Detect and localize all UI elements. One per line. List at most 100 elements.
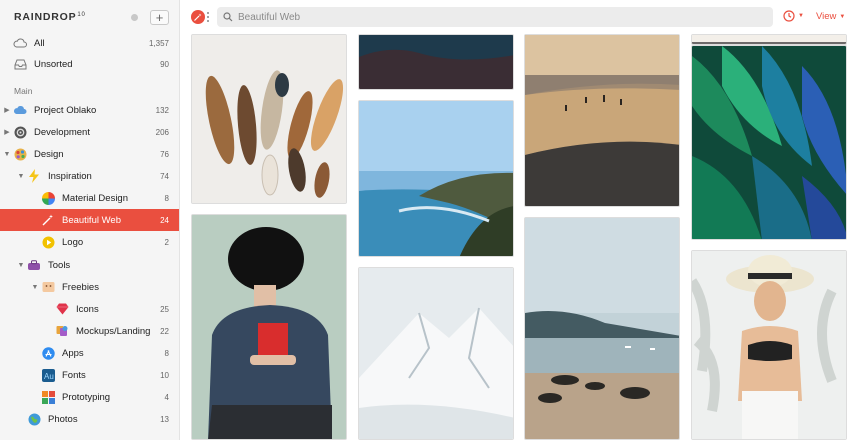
sidebar-item-prototyping[interactable]: Prototyping 4 [0,386,179,408]
dark-forest-image [359,35,513,89]
sidebar-item-label: Material Design [62,192,128,204]
sidebar-item-label: Freebies [62,281,99,293]
sort-button[interactable]: ▼ [783,10,804,22]
collection-icon-button[interactable] [191,10,205,24]
item-count: 76 [160,149,169,159]
sidebar-item-label: Project Oblako [34,104,97,116]
bookmark-card-green-feathers[interactable] [691,45,847,240]
expand-arrow-icon[interactable]: ▶ [3,106,11,114]
sidebar: RAINDROP10 + All 1,357 Unsorted 90 Main … [0,0,180,440]
sidebar-item-logo[interactable]: Logo 2 [0,231,179,253]
snowy-mountain-image [359,268,513,439]
play-circle-icon [41,235,55,249]
item-count: 8 [164,348,169,358]
bookmark-card-dark-forest[interactable] [358,34,514,90]
item-count: 10 [160,370,169,380]
search-input[interactable] [238,11,738,23]
search-bar[interactable] [217,7,773,27]
toolbar: ▼ View ▼ [181,0,858,34]
svg-text:Au: Au [44,372,54,381]
bookmark-card-mountain[interactable] [358,267,514,440]
sidebar-item-label: Tools [48,259,71,271]
font-icon: Au [41,368,55,382]
cloud-icon [13,103,27,117]
sidebar-item-tools[interactable]: ▼ Tools [0,254,179,276]
bookmark-card-top-strip[interactable] [691,34,847,45]
sidebar-item-label: Unsorted [34,58,73,70]
magic-wand-icon [194,13,202,21]
chevron-down-icon: ▼ [798,13,804,19]
sidebar-item-photos[interactable]: Photos 13 [0,408,179,430]
sidebar-item-material-design[interactable]: Material Design 8 [0,187,179,209]
sidebar-item-label: Photos [48,413,78,425]
sidebar-item-freebies[interactable]: ▼ Freebies [0,276,179,298]
expand-arrow-icon[interactable]: ▶ [3,128,11,136]
sidebar-item-development[interactable]: ▶ Development 206 [0,121,179,143]
sidebar-item-design[interactable]: ▼ Design 76 [0,143,179,165]
chevron-down-icon: ▼ [839,13,846,20]
bookmark-card-beach-sunset[interactable] [524,34,680,207]
toolbox-icon [27,258,41,272]
woman-in-sunhat-image [692,251,846,439]
sidebar-item-mockups-landing[interactable]: Mockups/Landing 22 [0,320,179,342]
beach-sunset-image [525,35,679,206]
sidebar-item-label: Mockups/Landing [76,325,151,337]
man-with-hat-image [192,215,346,439]
bay-with-boats-image [525,218,679,439]
green-feathers-image [692,46,846,239]
cropped-image [692,35,846,44]
gear-icon [13,125,27,139]
sidebar-item-label: Inspiration [48,170,92,182]
sidebar-item-label: Logo [62,236,84,248]
collapse-arrow-icon[interactable]: ▼ [3,151,11,158]
bookmark-card-feathers[interactable] [191,34,347,204]
bookmark-card-woman-hat[interactable] [691,250,847,440]
item-count: 132 [155,105,169,115]
sidebar-item-inspiration[interactable]: ▼ Inspiration 74 [0,165,179,187]
collapse-arrow-icon[interactable]: ▼ [31,284,39,291]
status-dot-button[interactable] [131,13,138,21]
sidebar-item-icons[interactable]: Icons 25 [0,298,179,320]
item-count: 2 [164,237,169,247]
item-count: 22 [160,326,169,336]
sidebar-item-fonts[interactable]: Au Fonts 10 [0,364,179,386]
sidebar-item-all[interactable]: All 1,357 [0,32,179,54]
item-count: 4 [164,392,169,402]
pinwheel-icon [41,191,55,205]
collapse-arrow-icon[interactable]: ▼ [17,262,25,269]
item-count: 74 [160,171,169,181]
collapse-arrow-icon[interactable]: ▼ [17,173,25,180]
app-store-icon [41,346,55,360]
sidebar-item-apps[interactable]: Apps 8 [0,342,179,364]
item-count: 90 [160,59,169,69]
plus-icon: + [155,9,164,25]
bookmark-card-bay[interactable] [524,217,680,440]
add-collection-button[interactable]: + [150,9,169,25]
item-count: 13 [160,414,169,424]
item-count: 8 [164,193,169,203]
sidebar-item-label: Prototyping [62,391,111,403]
sidebar-header: RAINDROP10 + [0,0,179,34]
inbox-icon [13,57,27,71]
clock-icon [783,10,795,22]
grid-app-icon [41,390,55,404]
app-logo: RAINDROP10 [14,11,131,23]
sidebar-item-beautiful-web[interactable]: Beautiful Web 24 [0,209,179,231]
item-count: 1,357 [148,38,169,48]
sidebar-item-project-oblako[interactable]: ▶ Project Oblako 132 [0,99,179,121]
gift-box-icon [41,280,55,294]
palette-icon [13,147,27,161]
bookmark-card-hat-man[interactable] [191,214,347,440]
feathers-image [192,35,346,203]
globe-icon [27,412,41,426]
view-menu-button[interactable]: View ▼ [816,11,845,22]
lightning-icon [27,169,41,183]
item-count: 24 [160,215,169,225]
more-options-icon[interactable] [206,9,210,25]
bookmark-card-coast[interactable] [358,100,514,257]
sidebar-item-label: Beautiful Web [62,214,121,226]
sidebar-item-unsorted[interactable]: Unsorted 90 [0,53,179,75]
gem-icon [55,302,69,316]
coastline-image [359,101,513,256]
section-heading-main: Main [14,86,33,96]
